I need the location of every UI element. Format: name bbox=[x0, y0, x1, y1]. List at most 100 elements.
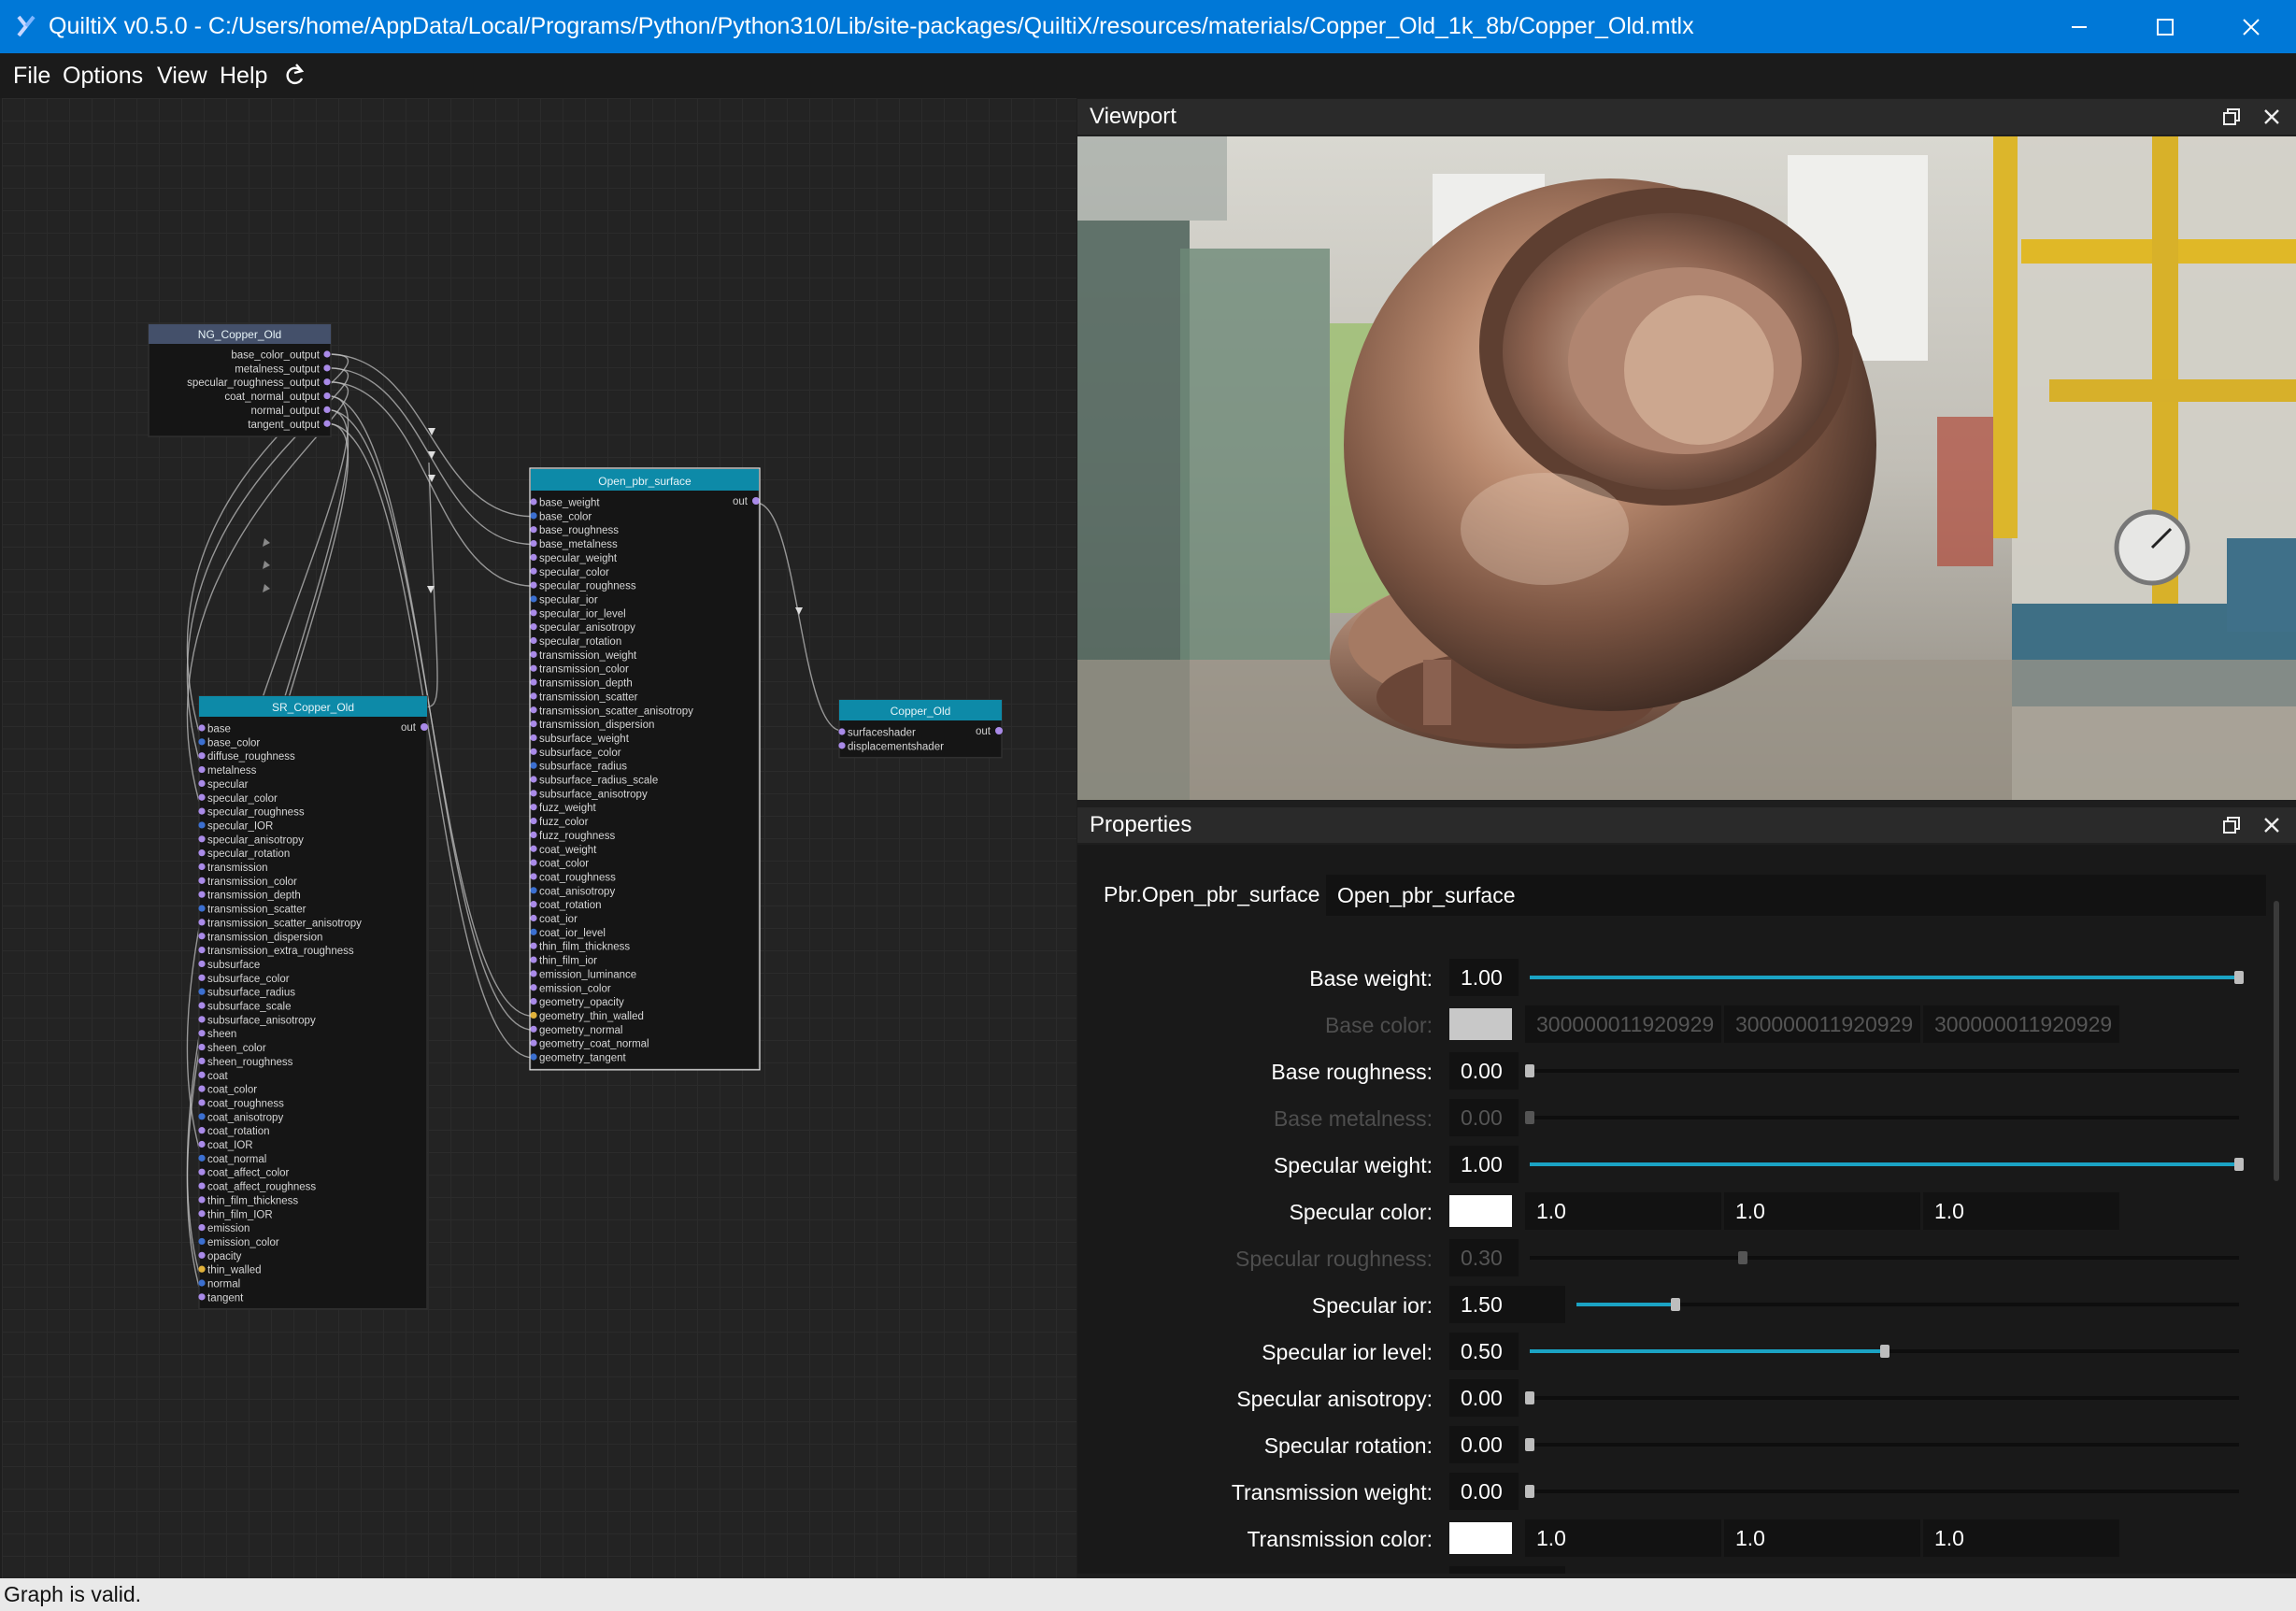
viewport-render[interactable] bbox=[1077, 136, 2296, 800]
input-port[interactable] bbox=[530, 762, 537, 769]
slider-handle[interactable] bbox=[1525, 1485, 1534, 1498]
input-port[interactable] bbox=[198, 1030, 206, 1037]
input-port[interactable] bbox=[530, 595, 537, 603]
input-port[interactable] bbox=[530, 901, 537, 908]
output-port[interactable] bbox=[323, 350, 331, 358]
input-port[interactable] bbox=[530, 748, 537, 755]
slider-handle[interactable] bbox=[1880, 1345, 1890, 1358]
input-port[interactable] bbox=[530, 1011, 537, 1019]
slider-handle[interactable] bbox=[1671, 1298, 1680, 1311]
input-port[interactable] bbox=[198, 1251, 206, 1259]
node-graph-canvas[interactable]: NG_Copper_Old base_color_output metalness_… bbox=[2, 98, 1077, 1578]
float-icon[interactable] bbox=[2219, 105, 2244, 129]
input-port[interactable] bbox=[530, 859, 537, 866]
out-port[interactable] bbox=[421, 723, 428, 731]
input-port[interactable] bbox=[530, 734, 537, 742]
property-value-field[interactable]: 0.00 bbox=[1449, 1379, 1519, 1417]
input-port[interactable] bbox=[198, 779, 206, 788]
input-port[interactable] bbox=[530, 623, 537, 631]
slider-handle[interactable] bbox=[2234, 1158, 2244, 1171]
close-icon[interactable] bbox=[2260, 105, 2284, 129]
input-port[interactable] bbox=[530, 956, 537, 963]
input-port[interactable] bbox=[198, 1224, 206, 1232]
menu-options[interactable]: Options bbox=[63, 63, 143, 90]
input-port[interactable] bbox=[530, 845, 537, 852]
input-port[interactable] bbox=[530, 609, 537, 617]
input-port[interactable] bbox=[198, 724, 206, 732]
slider-handle[interactable] bbox=[1525, 1391, 1534, 1404]
color-component-field[interactable]: 1.0 bbox=[1525, 1519, 1721, 1557]
output-port[interactable] bbox=[323, 392, 331, 400]
maximize-button[interactable] bbox=[2122, 0, 2208, 53]
input-port[interactable] bbox=[198, 1154, 206, 1162]
slider-handle[interactable] bbox=[2234, 971, 2244, 984]
input-port[interactable] bbox=[198, 947, 206, 954]
input-port[interactable] bbox=[198, 1293, 206, 1301]
input-port[interactable] bbox=[198, 849, 206, 857]
input-port[interactable] bbox=[198, 974, 206, 981]
color-component-field[interactable]: 1.0 bbox=[1923, 1519, 2119, 1557]
property-value-field[interactable]: 0.50 bbox=[1449, 1333, 1519, 1370]
input-port[interactable] bbox=[530, 887, 537, 894]
input-port[interactable] bbox=[530, 636, 537, 645]
color-component-field[interactable]: 1.0 bbox=[1724, 1192, 1920, 1230]
input-port[interactable] bbox=[530, 998, 537, 1005]
minimize-button[interactable] bbox=[2036, 0, 2122, 53]
property-value-field[interactable]: 1.00 bbox=[1449, 1146, 1519, 1183]
input-port[interactable] bbox=[530, 664, 537, 672]
input-port[interactable] bbox=[198, 738, 206, 746]
close-icon[interactable] bbox=[2260, 813, 2284, 837]
input-port[interactable] bbox=[530, 970, 537, 977]
input-port[interactable] bbox=[530, 776, 537, 783]
input-port[interactable] bbox=[530, 873, 537, 880]
input-port[interactable] bbox=[198, 835, 206, 843]
input-port[interactable] bbox=[530, 914, 537, 922]
input-port[interactable] bbox=[198, 863, 206, 871]
input-port[interactable] bbox=[198, 765, 206, 774]
input-port[interactable] bbox=[198, 807, 206, 815]
input-port[interactable] bbox=[198, 1168, 206, 1176]
output-port[interactable] bbox=[323, 378, 331, 386]
input-port[interactable] bbox=[198, 905, 206, 912]
input-port[interactable] bbox=[530, 928, 537, 935]
input-port[interactable] bbox=[530, 539, 537, 548]
slider-track[interactable] bbox=[1530, 1396, 2239, 1400]
input-port[interactable] bbox=[198, 1002, 206, 1009]
input-port[interactable] bbox=[530, 706, 537, 714]
input-port[interactable] bbox=[198, 877, 206, 884]
input-port[interactable] bbox=[198, 1210, 206, 1218]
float-icon[interactable] bbox=[2219, 813, 2244, 837]
output-port[interactable] bbox=[323, 406, 331, 413]
input-port[interactable] bbox=[198, 1085, 206, 1092]
input-port[interactable] bbox=[530, 942, 537, 949]
input-port[interactable] bbox=[530, 817, 537, 825]
property-value-field[interactable]: 0.00 bbox=[1449, 1052, 1519, 1090]
input-port[interactable] bbox=[530, 831, 537, 839]
output-port[interactable] bbox=[323, 364, 331, 372]
node-name-input[interactable]: Open_pbr_surface bbox=[1326, 875, 2266, 916]
input-port[interactable] bbox=[530, 1053, 537, 1061]
input-port[interactable] bbox=[530, 650, 537, 658]
slider-handle[interactable] bbox=[1525, 1064, 1534, 1077]
slider-track[interactable] bbox=[1530, 1443, 2239, 1447]
input-port[interactable] bbox=[530, 1025, 537, 1033]
color-component-field[interactable]: 1.0 bbox=[1923, 1192, 2119, 1230]
input-port[interactable] bbox=[530, 692, 537, 700]
input-port[interactable] bbox=[198, 1237, 206, 1246]
out-port[interactable] bbox=[752, 497, 760, 505]
output-port[interactable] bbox=[323, 420, 331, 427]
input-port[interactable] bbox=[198, 960, 206, 968]
input-port[interactable] bbox=[530, 526, 537, 534]
input-port[interactable] bbox=[198, 752, 206, 760]
input-port[interactable] bbox=[838, 742, 846, 749]
input-port[interactable] bbox=[198, 919, 206, 926]
input-port[interactable] bbox=[530, 678, 537, 686]
input-port[interactable] bbox=[198, 933, 206, 940]
color-component-field[interactable]: 1.0 bbox=[1525, 1192, 1721, 1230]
input-port[interactable] bbox=[198, 1043, 206, 1051]
input-port[interactable] bbox=[198, 821, 206, 829]
input-port[interactable] bbox=[530, 498, 537, 506]
input-port[interactable] bbox=[198, 1182, 206, 1190]
input-port[interactable] bbox=[198, 793, 206, 801]
slider-track[interactable] bbox=[1530, 1490, 2239, 1493]
